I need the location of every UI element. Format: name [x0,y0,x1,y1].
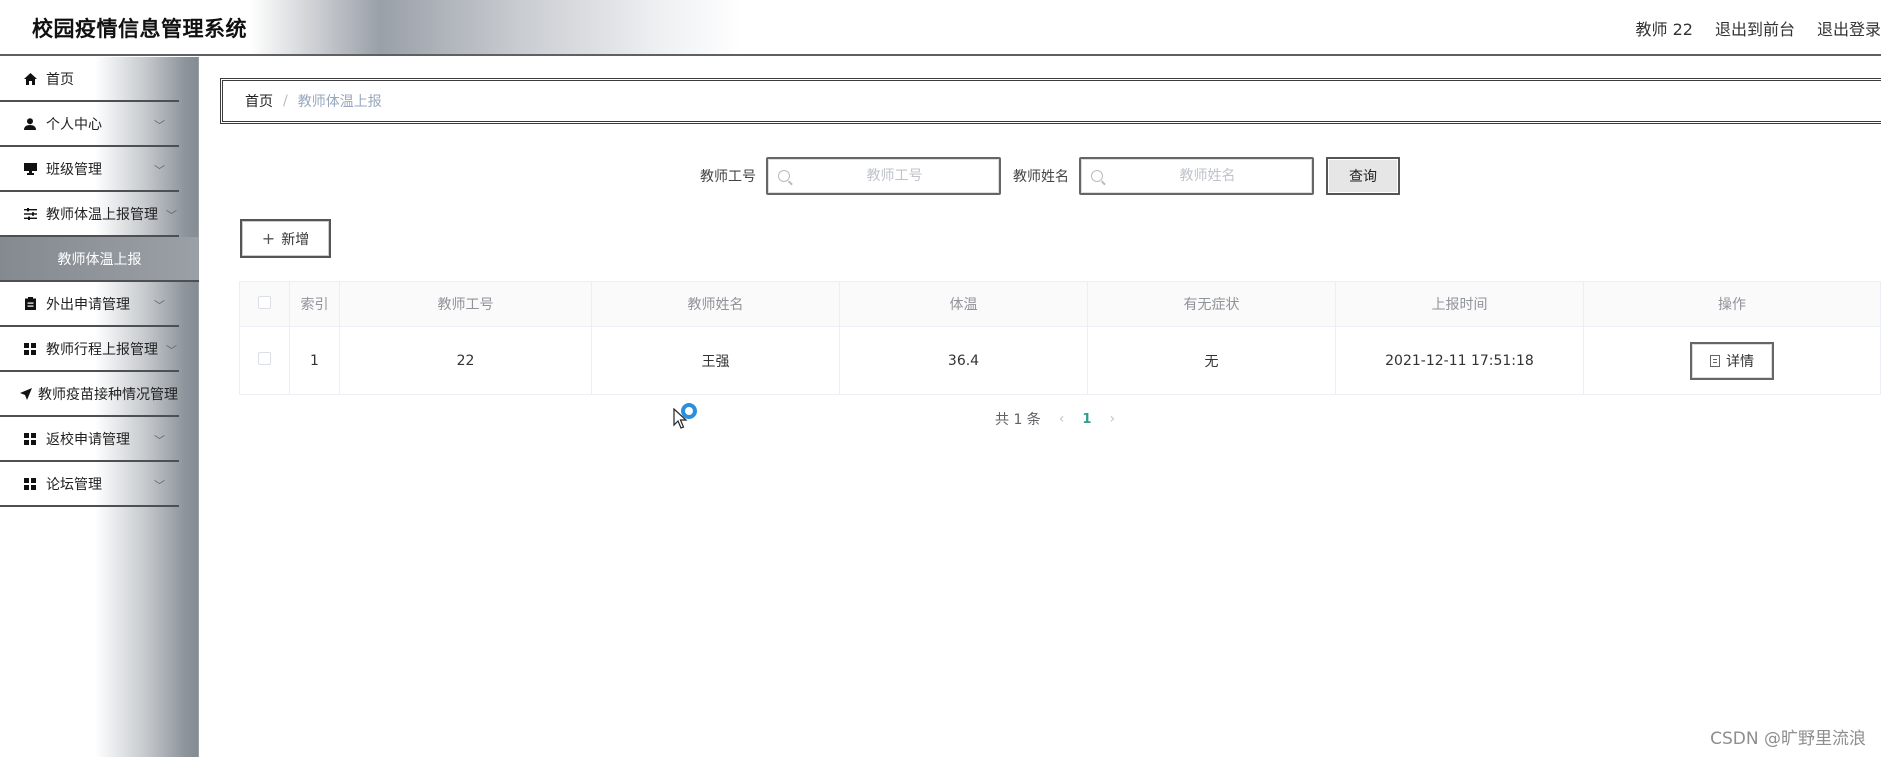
sidebar-item-label: 外出申请管理 [46,296,130,313]
watermark: CSDN @旷野里流浪 [1710,729,1866,749]
teacher-name-cell: 王强 [591,326,840,395]
grid-icon [22,341,38,357]
row-checkbox[interactable] [258,352,271,365]
column-header: 有无症状 [1087,281,1336,327]
sidebar-item-outing-application[interactable]: 外出申请管理 ﹀ [0,282,179,327]
sidebar-item-label: 教师体温上报 [57,251,142,268]
mouse-cursor-icon [673,408,688,429]
sidebar-item-label: 教师疫苗接种情况管理 [38,386,178,403]
column-header: 操作 [1583,281,1881,327]
teacher-id-input[interactable] [790,168,999,184]
detail-button-label: 详情 [1726,353,1754,370]
prev-page-icon[interactable]: ‹ [1059,411,1065,427]
teacher-id-label: 教师工号 [700,169,756,185]
app-title: 校园疫情信息管理系统 [32,17,247,41]
clipboard-icon [22,296,38,312]
column-header: 教师姓名 [591,281,840,327]
sidebar-item-itinerary-management[interactable]: 教师行程上报管理 ﹀ [0,327,179,372]
breadcrumb-home[interactable]: 首页 [245,91,273,111]
sidebar-item-temperature-report[interactable]: 教师体温上报 [0,237,199,282]
pagination: 共 1 条 ‹ 1 › [995,409,1115,429]
chevron-down-icon: ﹀ [154,119,165,132]
sidebar-item-label: 教师体温上报管理 [46,206,158,223]
query-button[interactable]: 查询 [1326,157,1400,195]
sidebar-item-label: 教师行程上报管理 [46,341,158,358]
sidebar-item-label: 论坛管理 [46,476,102,493]
teacher-id-field[interactable] [766,157,1001,195]
send-icon [18,386,34,402]
top-header: 校园疫情信息管理系统 教师 22 退出到前台 退出登录 [0,0,1881,56]
document-icon [1710,354,1720,367]
select-all-checkbox[interactable] [258,295,271,309]
index-cell: 1 [289,326,340,395]
sidebar-item-class-management[interactable]: 班级管理 ﹀ [0,147,179,192]
monitor-icon [22,161,38,177]
sidebar-item-label: 班级管理 [46,161,102,178]
logout-link[interactable]: 退出登录 [1817,16,1881,40]
header-user-menu: 教师 22 退出到前台 退出登录 [1636,16,1881,40]
select-all-cell [239,281,290,327]
report-time-cell: 2021-12-11 17:51:18 [1335,326,1584,395]
grid-icon [22,431,38,447]
add-button[interactable]: + 新增 [240,219,331,258]
action-cell: 详情 [1583,326,1881,395]
sidebar-item-label: 个人中心 [46,116,102,133]
current-user: 教师 22 [1635,20,1693,39]
table-header-row: 索引 教师工号 教师姓名 体温 有无症状 上报时间 操作 [239,281,1881,327]
search-icon [778,170,790,182]
symptoms-cell: 无 [1087,326,1336,395]
teacher-name-input[interactable] [1103,168,1312,184]
column-header: 上报时间 [1335,281,1584,327]
chevron-down-icon: ﹀ [154,164,165,177]
chevron-down-icon: ﹀ [154,479,165,492]
sidebar-item-temperature-management[interactable]: 教师体温上报管理 ﹀ [0,192,179,237]
row-select-cell [239,326,290,395]
chevron-down-icon: ﹀ [166,209,177,222]
table-row: 1 22 王强 36.4 无 2021-12-11 17:51:18 详情 [239,326,1881,395]
sidebar: 首页 个人中心 ﹀ 班级管理 ﹀ 教师体温上报管理 ﹀ 教师体温上报 外出申请管… [0,57,199,757]
next-page-icon[interactable]: › [1109,411,1115,427]
sidebar-item-home[interactable]: 首页 [0,57,179,102]
column-header: 体温 [839,281,1088,327]
page-number[interactable]: 1 [1082,412,1091,427]
grid-icon [22,476,38,492]
column-header: 教师工号 [339,281,592,327]
sidebar-item-return-school-application[interactable]: 返校申请管理 ﹀ [0,417,179,462]
search-icon [1091,170,1103,182]
teacher-id-cell: 22 [339,326,592,395]
teacher-name-label: 教师姓名 [1013,169,1069,185]
back-to-front-link[interactable]: 退出到前台 [1715,16,1795,40]
column-header: 索引 [289,281,340,327]
home-icon [22,71,38,87]
sliders-icon [22,206,38,222]
sidebar-item-vaccination-management[interactable]: 教师疫苗接种情况管理 [0,372,179,417]
pagination-total: 共 1 条 [995,412,1041,428]
chevron-down-icon: ﹀ [154,299,165,312]
sidebar-item-label: 返校申请管理 [46,431,130,448]
temperature-cell: 36.4 [839,326,1088,395]
user-icon [22,116,38,132]
teacher-name-field[interactable] [1079,157,1314,195]
sidebar-item-personal-center[interactable]: 个人中心 ﹀ [0,102,179,147]
temperature-report-table: 索引 教师工号 教师姓名 体温 有无症状 上报时间 操作 1 22 王强 36.… [239,281,1881,395]
detail-button[interactable]: 详情 [1690,341,1774,380]
sidebar-item-forum-management[interactable]: 论坛管理 ﹀ [0,462,179,507]
plus-icon: + [261,229,276,248]
search-bar: 教师工号 教师姓名 查询 [700,157,1400,195]
chevron-down-icon: ﹀ [166,344,177,357]
chevron-down-icon: ﹀ [154,434,165,447]
add-button-label: 新增 [281,231,310,248]
breadcrumb: 首页 / 教师体温上报 [220,78,1881,124]
breadcrumb-separator: / [283,93,288,109]
breadcrumb-current: 教师体温上报 [297,94,382,110]
sidebar-item-label: 首页 [46,71,74,88]
